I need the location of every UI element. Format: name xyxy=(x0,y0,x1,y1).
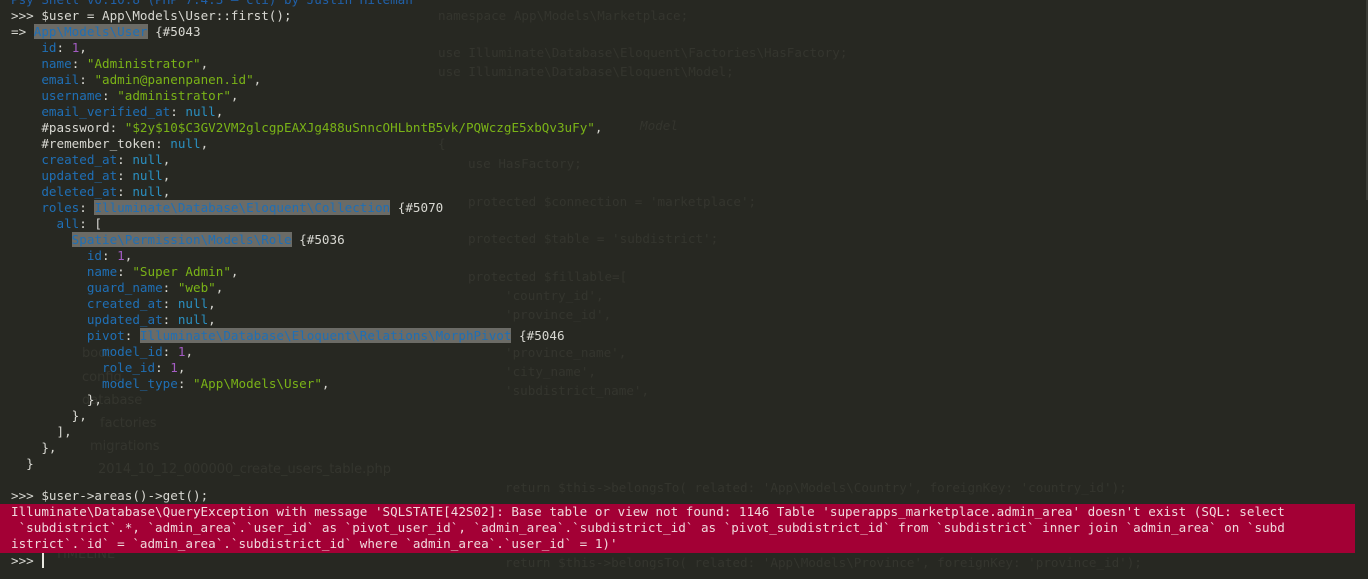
field-value: null xyxy=(185,104,216,119)
field-key: guard_name xyxy=(86,280,163,295)
field-line: created_at: null, xyxy=(86,296,216,311)
field-key: created_at xyxy=(41,152,118,167)
field-line: role_id: 1, xyxy=(102,360,186,375)
field-line: username: "administrator", xyxy=(41,88,239,103)
field-line: name: "Super Admin", xyxy=(86,264,239,279)
object-ref: {#5046 xyxy=(519,328,565,343)
command-text: $user->areas()->get(); xyxy=(41,488,209,503)
prompt: >>> xyxy=(11,553,34,568)
object-class: Illuminate\Database\Eloquent\Collection xyxy=(94,200,391,215)
closing-brace: }, xyxy=(11,440,57,455)
command-line: >>> $user = App\Models\User::first(); xyxy=(11,8,1368,24)
field-key: name xyxy=(86,264,118,279)
field-value: 1 xyxy=(71,40,80,55)
field-line: updated_at: null, xyxy=(86,312,216,327)
field-key: deleted_at xyxy=(41,184,118,199)
shell-banner: Psy Shell v0.10.8 (PHP 7.4.3 — cli) by J… xyxy=(11,0,1368,8)
object-ref: {#5043 xyxy=(155,24,201,39)
terminal-output: Psy Shell v0.10.8 (PHP 7.4.3 — cli) by J… xyxy=(0,0,1368,569)
all-line: all: [ xyxy=(56,216,103,231)
roles-line: roles: Illuminate\Database\Eloquent\Coll… xyxy=(41,200,444,215)
field-value: 1 xyxy=(117,248,125,263)
field-key: all xyxy=(56,216,80,231)
field-key: pivot xyxy=(86,328,125,343)
prompt: >>> xyxy=(11,8,34,23)
field-value: null xyxy=(132,184,163,199)
closing-bracket: ], xyxy=(11,424,72,439)
field-value: 1 xyxy=(177,344,186,359)
field-value: null xyxy=(132,152,163,167)
field-key: id xyxy=(86,248,102,263)
field-value: "$2y$10$C3GV2VM2glcgpEAXJg488uSnncOHLbnt… xyxy=(124,120,595,135)
field-line: name: "Administrator", xyxy=(41,56,209,71)
field-value: null xyxy=(177,312,209,327)
role-fields: id: 1, name: "Super Admin", guard_name: … xyxy=(11,248,1368,328)
field-key: username xyxy=(41,88,103,103)
user-fields: id: 1, name: "Administrator", email: "ad… xyxy=(11,40,1368,200)
object-ref: {#5036 xyxy=(299,232,345,247)
field-line: #remember_token: null, xyxy=(41,136,209,151)
text-cursor[interactable] xyxy=(42,553,45,568)
field-line: email_verified_at: null, xyxy=(41,104,224,119)
field-line: guard_name: "web", xyxy=(86,280,224,295)
field-line: email: "admin@panenpanen.id", xyxy=(41,72,262,87)
closing-brace: } xyxy=(11,456,34,471)
error-line: istrict`.`id` = `admin_area`.`subdistric… xyxy=(11,536,618,551)
field-key: updated_at xyxy=(41,168,118,183)
pivot-fields: model_id: 1, role_id: 1, model_type: "Ap… xyxy=(11,344,1368,392)
field-line: created_at: null, xyxy=(41,152,171,167)
field-value: null xyxy=(177,296,209,311)
field-key: email xyxy=(41,72,80,87)
field-value: "admin@panenpanen.id" xyxy=(94,72,254,87)
field-value: null xyxy=(170,136,201,151)
field-line: deleted_at: null, xyxy=(41,184,171,199)
field-key: created_at xyxy=(86,296,163,311)
error-message: Illuminate\Database\QueryException with … xyxy=(0,504,1355,553)
field-key: roles xyxy=(41,200,80,215)
closing-brace: }, xyxy=(11,392,102,407)
field-key: model_type xyxy=(102,376,178,391)
result-header: => App\Models\User {#5043 xyxy=(11,24,1368,40)
field-value: "App\Models\User" xyxy=(193,376,322,391)
field-key: id xyxy=(41,40,57,55)
field-value: "Administrator" xyxy=(86,56,201,71)
field-key: updated_at xyxy=(86,312,163,327)
object-class: App\Models\User xyxy=(33,24,148,39)
field-value: "web" xyxy=(177,280,216,295)
field-line: updated_at: null, xyxy=(41,168,171,183)
field-value: 1 xyxy=(170,360,178,375)
result-arrow: => xyxy=(11,24,27,39)
field-key: role_id xyxy=(102,360,156,375)
command-line: >>> $user->areas()->get(); xyxy=(11,488,1368,504)
field-line: id: 1, xyxy=(41,40,87,55)
command-text: $user = App\Models\User::first(); xyxy=(41,8,292,23)
field-line: model_id: 1, xyxy=(102,344,194,359)
prompt: >>> xyxy=(11,488,34,503)
field-line: model_type: "App\Models\User", xyxy=(102,376,330,391)
object-class: Spatie\Permission\Models\Role xyxy=(71,232,292,247)
error-line: Illuminate\Database\QueryException with … xyxy=(11,504,1285,519)
field-value: null xyxy=(132,168,163,183)
field-key: #remember_token xyxy=(41,136,156,151)
field-key: email_verified_at xyxy=(41,104,171,119)
object-class: Illuminate\Database\Eloquent\Relations\M… xyxy=(139,328,512,343)
field-value: "Super Admin" xyxy=(132,264,231,279)
closing-brace: }, xyxy=(11,408,87,423)
field-value: "administrator" xyxy=(117,88,231,103)
error-line: `subdistrict`.*, `admin_area`.`user_id` … xyxy=(11,520,1285,535)
field-line: #password: "$2y$10$C3GV2VM2glcgpEAXJg488… xyxy=(41,120,603,135)
field-key: name xyxy=(41,56,72,71)
field-key: model_id xyxy=(102,344,163,359)
pivot-line: pivot: Illuminate\Database\Eloquent\Rela… xyxy=(86,328,565,343)
field-line: id: 1, xyxy=(86,248,133,263)
input-line[interactable]: >>> xyxy=(11,553,1368,569)
object-ref: {#5070 xyxy=(397,200,444,215)
role-header: Spatie\Permission\Models\Role {#5036 xyxy=(11,232,1368,248)
field-key: #password xyxy=(41,120,110,135)
